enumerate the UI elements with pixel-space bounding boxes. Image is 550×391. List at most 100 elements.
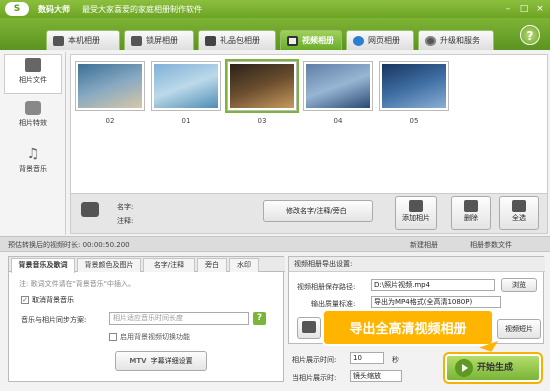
button-label: 全选 (512, 214, 526, 222)
save-path-input[interactable]: D:\照片视频.mp4 (371, 279, 495, 291)
button-label: 添加相片 (402, 214, 430, 222)
tab-label: 视频相册 (302, 36, 334, 45)
thumbnail-image (306, 64, 370, 108)
format-label: 输出质量标准: (311, 300, 356, 308)
duration-text: 预估转换后的视频时长: 00:00:50.200 (8, 241, 130, 249)
minimize-button[interactable]: – (502, 3, 514, 15)
app-logo: S (5, 2, 29, 16)
seconds-unit: 秒 (392, 356, 399, 364)
play-icon (455, 359, 473, 377)
photo-thumbnail[interactable] (303, 61, 373, 111)
cancel-music-checkbox[interactable]: ✓ 取消背景音乐 (21, 295, 74, 305)
new-album-link[interactable]: 新建相册 (410, 240, 438, 250)
nav-background-music[interactable]: ♫ 背景音乐 (4, 144, 62, 184)
tab-gift-album[interactable]: 礼品包相册 (198, 30, 276, 50)
camera-icon (81, 202, 99, 217)
checkbox-label: 取消背景音乐 (32, 296, 74, 304)
display-time-label: 相片展示时间: (292, 356, 337, 364)
callout-banner: 导出全高清视频相册 (322, 309, 494, 346)
camera-icon (25, 58, 41, 72)
thumbnail-label: 03 (257, 117, 267, 125)
thumbnail-image (154, 64, 218, 108)
settings-tabs: 背景音乐及歌词 背景颜色及图片 名字/注释 旁白 水印 (9, 257, 285, 273)
thumbnail-label: 02 (105, 117, 115, 125)
maximize-button[interactable]: □ (518, 3, 530, 15)
main-tab-bar: 本机相册 锁屏相册 礼品包相册 视频相册 网页相册 升级和服务 ? (0, 18, 550, 50)
app-title: 数码大师 (38, 5, 70, 14)
add-photo-button[interactable]: 添加相片 (395, 196, 437, 230)
tab-background-color[interactable]: 背景颜色及图片 (77, 258, 141, 272)
button-label: 删除 (464, 214, 478, 222)
param-file-link[interactable]: 相册参数文件 (470, 240, 512, 250)
subtitle-settings-button[interactable]: MTV 字幕详细设置 (115, 351, 207, 371)
start-generate-button[interactable]: 开始生成 (443, 352, 543, 384)
select-all-button[interactable]: 全选 (499, 196, 539, 230)
help-question-button[interactable]: ? (253, 312, 266, 325)
trash-icon (464, 200, 478, 212)
thumbnail-label: 04 (333, 117, 343, 125)
short-video-button[interactable]: 视频短片 (497, 319, 541, 339)
film-icon (287, 35, 298, 46)
close-button[interactable]: × (534, 3, 546, 15)
format-select[interactable]: 导出为MP4格式(全高清1080P) (371, 296, 501, 308)
tab-label: 本机相册 (68, 36, 100, 45)
checkbox-box (109, 333, 117, 341)
tab-web-album[interactable]: 网页相册 (346, 30, 414, 50)
music-icon: ♫ (26, 146, 40, 162)
button-label: 修改名字/注释/旁白 (286, 207, 347, 215)
nav-photo-effects[interactable]: 相片特效 (4, 98, 62, 138)
enable-video-switch-checkbox[interactable]: 启用背景视频切换功能 (109, 332, 190, 342)
thumbnail-image (382, 64, 446, 108)
nav-photo-files[interactable]: 相片文件 (4, 54, 62, 94)
computer-icon (53, 35, 64, 46)
photo-thumbnail[interactable] (379, 61, 449, 111)
sync-label: 音乐与相片同步方案: (21, 316, 87, 324)
window-controls: – □ × (502, 3, 546, 15)
tab-watermark[interactable]: 水印 (229, 258, 259, 272)
photo-thumbnail[interactable] (75, 61, 145, 111)
music-settings-panel: 背景音乐及歌词 背景颜色及图片 名字/注释 旁白 水印 注: 歌词文件请在"背景… (8, 256, 285, 382)
nav-label: 相片文件 (19, 76, 47, 84)
edit-name-note-button[interactable]: 修改名字/注释/旁白 (263, 200, 373, 222)
nav-label: 背景音乐 (19, 165, 47, 173)
gear-icon (425, 35, 436, 46)
tab-narration[interactable]: 旁白 (197, 258, 227, 272)
name-label: 名字: (117, 203, 134, 211)
browse-button[interactable]: 浏览 (501, 278, 537, 292)
app-window: S 数码大师 最受大家喜爱的家庭相册制作软件 – □ × 本机相册 锁屏相册 礼… (0, 0, 550, 391)
tab-upgrade-service[interactable]: 升级和服务 (418, 30, 494, 50)
left-nav: 相片文件 相片特效 ♫ 背景音乐 (0, 52, 66, 235)
tab-label: 礼品包相册 (220, 36, 260, 45)
status-bar: 预估转换后的视频时长: 00:00:50.200 新建相册 相册参数文件 (0, 236, 550, 252)
display-time-input[interactable]: 10 (350, 352, 384, 364)
thumbnail-image (230, 64, 294, 108)
tab-background-music[interactable]: 背景音乐及歌词 (11, 258, 75, 273)
photo-strip: 02 01 03 04 05 (70, 54, 548, 194)
video-camera-icon (302, 321, 316, 333)
thumbnail-label: 05 (409, 117, 419, 125)
nav-label: 相片特效 (19, 119, 47, 127)
button-label: 字幕详细设置 (150, 357, 193, 365)
path-label: 视频相册保存路径: (297, 283, 356, 291)
tab-name-note[interactable]: 名字/注释 (143, 258, 195, 272)
export-title: 视频相册导出设置: (289, 257, 545, 272)
help-button[interactable]: ? (520, 25, 540, 45)
effect-label: 当相片展示时: (292, 374, 337, 382)
mtv-tag: MTV (129, 357, 147, 365)
tab-local-album[interactable]: 本机相册 (46, 30, 120, 50)
select-all-icon (512, 200, 526, 212)
sync-select[interactable]: 相片适应音乐时间长度 (109, 312, 249, 325)
effects-icon (25, 101, 41, 115)
tab-lockscreen-album[interactable]: 锁屏相册 (124, 30, 194, 50)
effect-select[interactable]: 镜头缩放 (350, 370, 402, 382)
tab-label: 网页相册 (368, 36, 400, 45)
delete-button[interactable]: 删除 (451, 196, 491, 230)
lyrics-hint: 注: 歌词文件请在"背景音乐"中插入。 (19, 280, 136, 288)
tab-video-album[interactable]: 视频相册 (280, 30, 342, 50)
photo-thumbnail[interactable] (225, 59, 299, 113)
photo-thumbnail[interactable] (151, 61, 221, 111)
tab-label: 升级和服务 (440, 36, 480, 45)
video-icon-button[interactable] (297, 317, 321, 339)
thumbnail-image (78, 64, 142, 108)
photo-info-bar: 名字: 注释: 修改名字/注释/旁白 添加相片 删除 全选 (70, 194, 548, 234)
